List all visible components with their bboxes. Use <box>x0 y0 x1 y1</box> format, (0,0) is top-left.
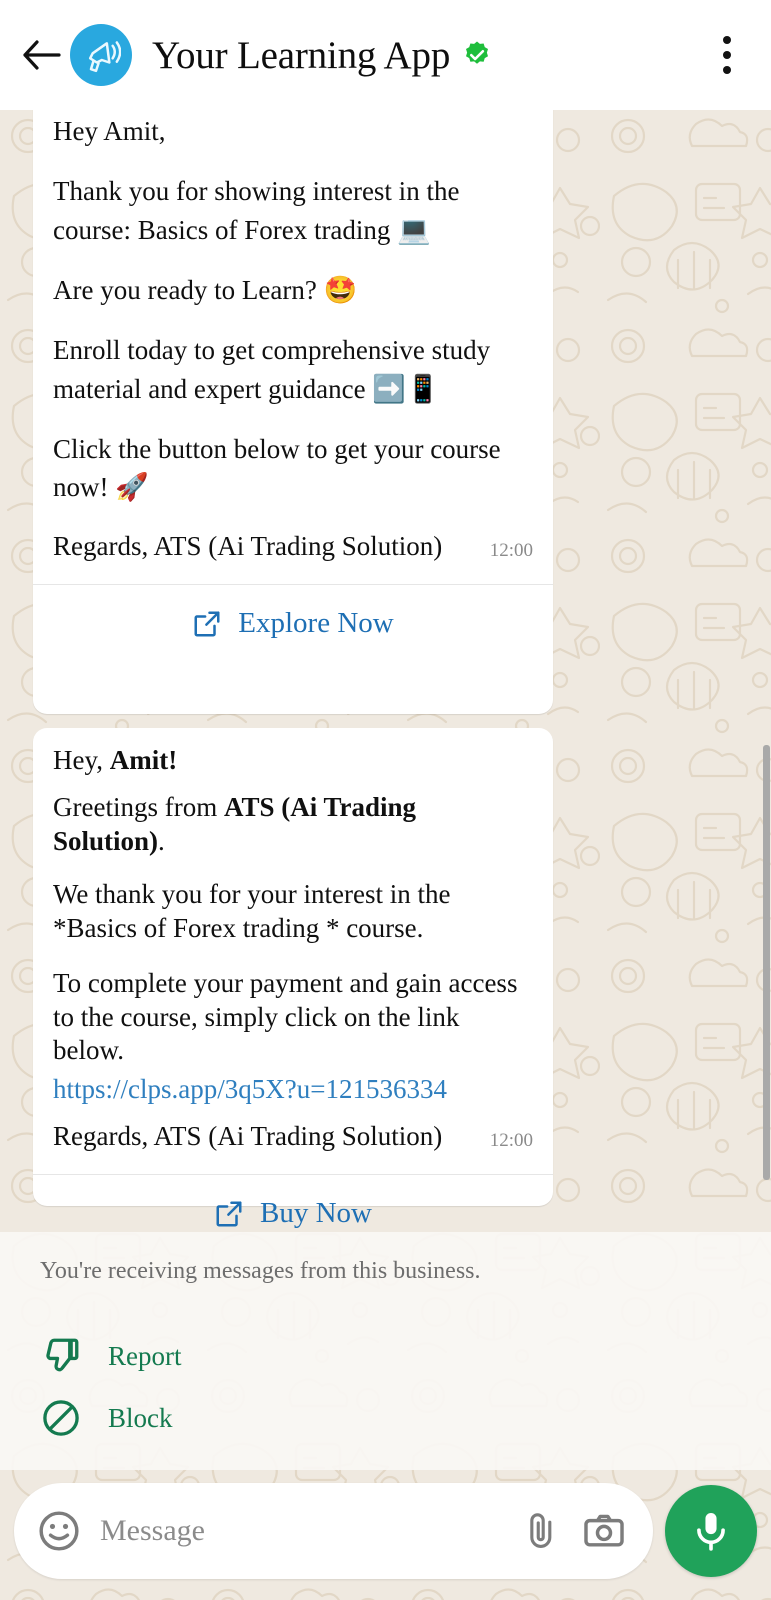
attach-button[interactable] <box>519 1509 563 1553</box>
chat-header: Your Learning App <box>0 0 771 110</box>
message-text: Enroll today to get comprehensive study … <box>53 335 491 404</box>
emoji-smiley-icon <box>39 1511 79 1551</box>
message-text: We thank you for your interest in the *B… <box>53 879 451 943</box>
whatsapp-chat-screen: Your Learning App Hey Amit, Thank you fo… <box>0 0 771 1600</box>
message-list[interactable]: Hey Amit, Thank you for showing interest… <box>0 110 771 1232</box>
report-label: Report <box>108 1340 182 1371</box>
business-notice-panel: You're receiving messages from this busi… <box>0 1232 771 1470</box>
overflow-menu-icon <box>723 36 731 44</box>
back-button[interactable] <box>18 32 64 78</box>
overflow-menu-icon <box>723 51 731 59</box>
message-text: Hey Amit, <box>53 116 166 146</box>
message-body: Hey Amit, Thank you for showing interest… <box>33 110 553 570</box>
payment-link[interactable]: https://clps.app/3q5X?u=121536334 <box>53 1072 533 1107</box>
signature-row: Regards, ATS (Ai Trading Solution) 12:00 <box>53 529 533 564</box>
greeting-line-suffix: . <box>158 825 165 856</box>
explore-now-button[interactable]: Explore Now <box>33 585 553 663</box>
message-greeting: Hey, Amit! <box>53 744 533 777</box>
emoji-button[interactable] <box>36 1508 82 1554</box>
thumbs-down-icon <box>46 1338 79 1372</box>
external-link-icon <box>216 1201 242 1227</box>
greeting-prefix: Hey, <box>53 745 110 775</box>
block-label: Block <box>108 1402 173 1433</box>
message-input-pill[interactable]: Message <box>14 1483 653 1579</box>
greeting-line-prefix: Greetings from <box>53 792 224 823</box>
business-notice-text: You're receiving messages from this busi… <box>40 1258 481 1284</box>
verified-badge-icon <box>466 41 489 64</box>
greeting-name: Amit! <box>109 745 178 775</box>
message-body: Hey, Amit! Greetings from ATS (Ai Tradin… <box>33 728 553 1160</box>
overflow-menu-icon <box>723 66 731 74</box>
message-text: Click the button below to get your cours… <box>53 433 501 503</box>
message-input[interactable]: Message <box>100 1514 501 1548</box>
cta-label: Explore Now <box>238 607 394 640</box>
camera-icon <box>584 1514 624 1547</box>
message-text: Are you ready to Learn? 🤩 <box>53 274 358 305</box>
external-link-icon <box>194 611 220 637</box>
buy-now-button[interactable]: Buy Now <box>33 1175 553 1232</box>
overflow-menu-button[interactable] <box>705 29 749 81</box>
voice-record-button[interactable] <box>665 1485 757 1577</box>
microphone-icon <box>697 1512 725 1551</box>
megaphone-icon <box>88 41 121 73</box>
report-button[interactable]: Report <box>40 1325 731 1387</box>
message-text: To complete your payment and gain access… <box>53 968 518 1066</box>
scrollbar-thumb[interactable] <box>763 745 770 1180</box>
signature-row: Regards, ATS (Ai Trading Solution) 12:00 <box>53 1119 533 1154</box>
camera-button[interactable] <box>581 1508 627 1554</box>
message-timestamp: 12:00 <box>489 1129 533 1151</box>
message-bubble: Hey, Amit! Greetings from ATS (Ai Tradin… <box>33 728 553 1229</box>
message-timestamp: 12:00 <box>489 539 533 561</box>
block-button[interactable]: Block <box>40 1387 731 1449</box>
page-title: Your Learning App <box>152 33 451 77</box>
cta-label: Buy Now <box>260 1197 372 1230</box>
chat-title-wrap[interactable]: Your Learning App <box>152 33 705 78</box>
block-circle-icon <box>43 1400 79 1436</box>
avatar[interactable] <box>70 24 132 86</box>
paperclip-icon <box>530 1513 552 1548</box>
message-signature: Regards, ATS (Ai Trading Solution) <box>53 1120 443 1151</box>
message-text: Greetings from ATS (Ai Trading Solution)… <box>53 791 533 858</box>
message-bubble: Hey Amit, Thank you for showing interest… <box>33 110 553 714</box>
back-arrow-icon <box>23 40 61 70</box>
message-input-bar: Message <box>0 1470 771 1600</box>
message-signature: Regards, ATS (Ai Trading Solution) <box>53 530 443 561</box>
message-text: Thank you for showing interest in the co… <box>53 176 460 245</box>
